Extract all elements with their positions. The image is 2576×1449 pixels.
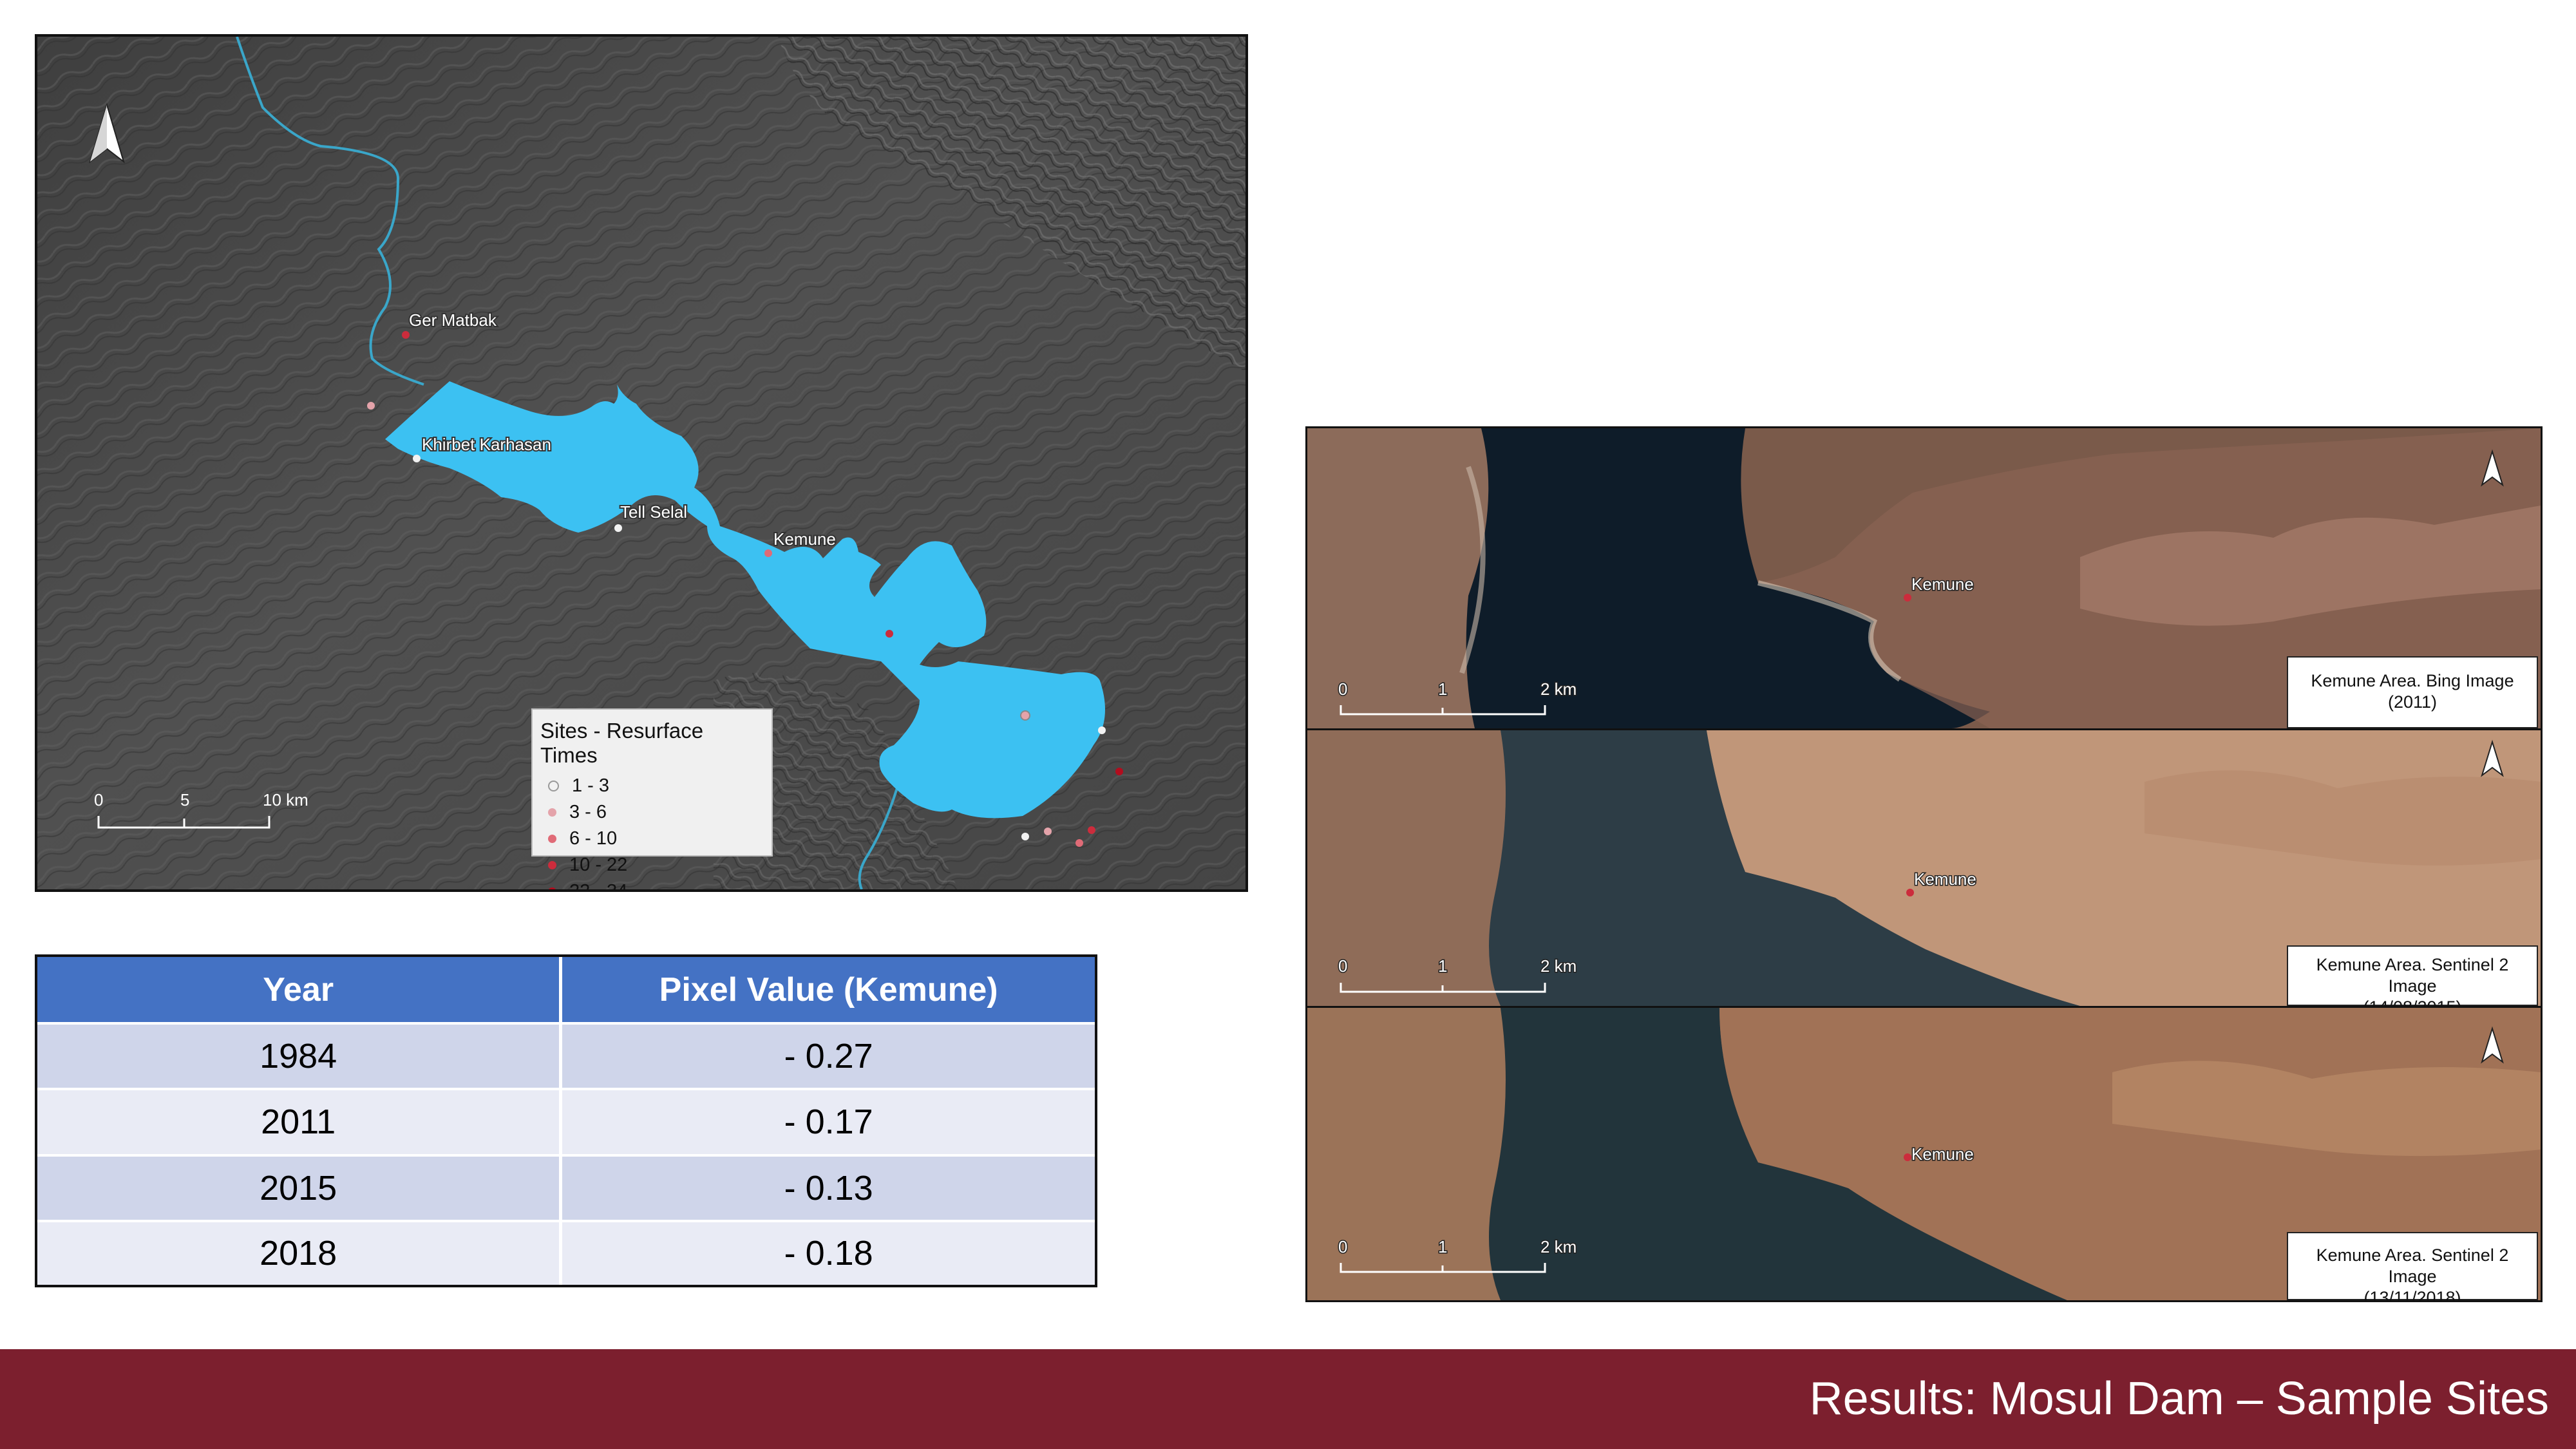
satellite-panel-2015[interactable]: Kemune 0 1 2 km Kemune Area. Sentinel 2 …	[1305, 728, 2543, 1008]
legend-item: 10 - 22	[540, 852, 764, 878]
scale-label-1: 1	[1438, 1237, 1447, 1256]
legend-item: 1 - 3	[540, 773, 764, 799]
site-marker[interactable]	[1044, 828, 1052, 835]
site-marker[interactable]	[1906, 889, 1914, 896]
site-marker[interactable]	[1904, 1153, 1911, 1161]
cell-pixel-value: - 0.13	[560, 1153, 1095, 1221]
legend-swatch	[548, 781, 559, 791]
table-row: 2018 - 0.18	[37, 1219, 1095, 1285]
site-marker[interactable]	[1098, 726, 1106, 734]
table-row: 2011 - 0.17	[37, 1088, 1095, 1155]
legend-swatch	[548, 835, 556, 843]
legend-item: 6 - 10	[540, 826, 764, 852]
column-header-year: Year	[37, 957, 563, 1023]
scale-label-2km: 2 km	[1540, 679, 1577, 699]
scale-label-0: 0	[1338, 956, 1347, 976]
place-label-kemune: Kemune	[1911, 574, 1974, 594]
site-marker[interactable]	[367, 402, 375, 410]
legend-swatch	[548, 808, 556, 817]
footer-bar: Results: Mosul Dam – Sample Sites	[0, 1349, 2576, 1449]
satellite-caption: Kemune Area. Sentinel 2 Image (13/11/201…	[2287, 1232, 2538, 1300]
scale-label-0: 0	[94, 790, 103, 810]
legend-swatch	[548, 887, 556, 889]
site-marker[interactable]	[1904, 594, 1911, 601]
cell-year: 2018	[37, 1219, 563, 1285]
place-label-tell-selal: Tell Selal	[620, 502, 687, 522]
scale-label-5: 5	[180, 790, 189, 810]
place-label-kemune: Kemune	[1914, 869, 1976, 889]
satellite-panel-2018[interactable]: Kemune 0 1 2 km Kemune Area. Sentinel 2 …	[1305, 1006, 2543, 1302]
site-marker[interactable]	[1020, 710, 1030, 721]
site-marker[interactable]	[1075, 839, 1083, 847]
caption-title: Kemune Area. Sentinel 2 Image	[2316, 1245, 2509, 1286]
column-header-pixel-value: Pixel Value (Kemune)	[560, 957, 1095, 1023]
main-map[interactable]: Ger Matbak Khirbet Karhasan Tell Selal K…	[35, 34, 1248, 892]
site-marker[interactable]	[402, 331, 410, 339]
scale-label-2km: 2 km	[1540, 1237, 1577, 1256]
legend: Sites - Resurface Times 1 - 3 3 - 6 6 - …	[531, 708, 773, 889]
site-marker[interactable]	[413, 455, 421, 462]
legend-item: 3 - 6	[540, 799, 764, 826]
place-label-ger-matbak: Ger Matbak	[409, 310, 497, 330]
place-label-khirbet-karhasan: Khirbet Karhasan	[422, 435, 551, 454]
legend-label: 6 - 10	[569, 828, 618, 849]
slide-title: Results: Mosul Dam – Sample Sites	[1809, 1373, 2549, 1425]
table-row: 1984 - 0.27	[37, 1021, 1095, 1090]
place-label-kemune: Kemune	[773, 529, 836, 549]
site-marker[interactable]	[1021, 833, 1029, 840]
legend-swatch	[548, 861, 556, 869]
caption-title: Kemune Area. Bing Image	[2311, 671, 2514, 690]
scale-label-0: 0	[1338, 679, 1347, 699]
scale-label-2km: 2 km	[1540, 956, 1577, 976]
legend-title: Sites - Resurface Times	[540, 719, 704, 767]
legend-label: 10 - 22	[569, 855, 628, 875]
site-marker[interactable]	[1088, 826, 1095, 834]
cell-pixel-value: - 0.18	[560, 1219, 1095, 1285]
cell-year: 2011	[37, 1088, 563, 1155]
site-marker[interactable]	[1115, 768, 1123, 775]
cell-pixel-value: - 0.27	[560, 1021, 1095, 1090]
pixel-value-table: Year Pixel Value (Kemune) 1984 - 0.27 20…	[35, 954, 1097, 1287]
legend-item: 22 - 34	[540, 878, 764, 892]
table-header-row: Year Pixel Value (Kemune)	[37, 957, 1095, 1023]
cell-year: 1984	[37, 1021, 563, 1090]
satellite-panel-2011[interactable]: Kemune 0 1 2 km Kemune Area. Bing Image …	[1305, 426, 2543, 730]
legend-label: 22 - 34	[569, 881, 628, 892]
satellite-caption: Kemune Area. Sentinel 2 Image (14/08/201…	[2287, 945, 2538, 1006]
scale-label-1: 1	[1438, 679, 1447, 699]
scale-label-1: 1	[1438, 956, 1447, 976]
caption-title: Kemune Area. Sentinel 2 Image	[2316, 955, 2509, 996]
cell-year: 2015	[37, 1153, 563, 1221]
scale-label-0: 0	[1338, 1237, 1347, 1256]
site-marker[interactable]	[886, 630, 893, 638]
scale-label-10: 10 km	[263, 790, 308, 810]
table-row: 2015 - 0.13	[37, 1153, 1095, 1221]
caption-date: (2011)	[2387, 692, 2438, 712]
site-marker[interactable]	[614, 524, 622, 532]
satellite-caption: Kemune Area. Bing Image (2011)	[2287, 656, 2538, 728]
legend-label: 1 - 3	[572, 775, 610, 796]
legend-label: 3 - 6	[569, 802, 607, 822]
caption-date: (13/11/2018)	[2363, 1288, 2461, 1302]
cell-pixel-value: - 0.17	[560, 1088, 1095, 1155]
place-label-kemune: Kemune	[1911, 1144, 1974, 1164]
site-marker[interactable]	[764, 549, 772, 557]
